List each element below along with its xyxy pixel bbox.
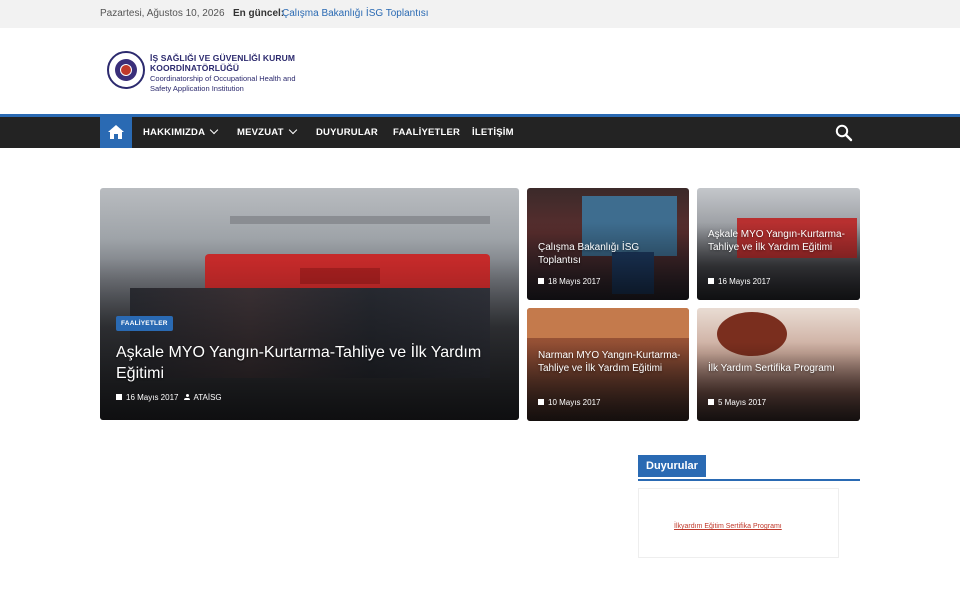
calendar-icon (708, 399, 714, 405)
chevron-down-icon (209, 125, 219, 135)
nav-item-iletisim[interactable]: İLETİŞİM (472, 127, 514, 138)
logo-seal-core (120, 64, 132, 76)
logo-seal-icon[interactable] (107, 51, 145, 89)
calendar-icon (708, 278, 714, 284)
post-date[interactable]: 16 Mayıs 2017 (718, 277, 770, 286)
post-title[interactable]: Narman MYO Yangın-Kurtarma-Tahliye ve İl… (538, 349, 686, 375)
post-title[interactable]: İlk Yardım Sertifika Programı (708, 362, 856, 375)
search-icon[interactable] (835, 124, 853, 142)
fire-truck-ladder (230, 216, 490, 224)
post-meta: 16 Mayıs 2017 (708, 277, 770, 286)
home-icon (108, 125, 124, 139)
nav-item-label: HAKKIMIZDA (143, 127, 206, 138)
featured-post-author[interactable]: ATAİSG (193, 393, 221, 402)
site-title-line2: KOORDİNATÖRLÜĞÜ (150, 63, 240, 73)
hall-ceiling-image (527, 308, 689, 338)
site-title[interactable]: İŞ SAĞLIĞI VE GÜVENLİĞİ KURUM KOORDİNATÖ… (150, 53, 295, 73)
site-subtitle-line1: Coordinatorship of Occupational Health a… (150, 74, 296, 83)
nav-home-button[interactable] (100, 117, 132, 148)
card-overlay (697, 341, 860, 421)
post-title[interactable]: Aşkale MYO Yangın-Kurtarma-Tahliye ve İl… (708, 228, 856, 254)
site-subtitle: Coordinatorship of Occupational Health a… (150, 74, 296, 93)
announcements-widget-title: Duyurular (638, 455, 706, 477)
featured-post-card[interactable] (100, 188, 519, 420)
post-card[interactable]: Narman MYO Yangın-Kurtarma-Tahliye ve İl… (527, 308, 689, 421)
post-meta: 10 Mayıs 2017 (538, 398, 600, 407)
latest-label: En güncel: (233, 8, 285, 19)
top-bar: Pazartesi, Ağustos 10, 2026 En güncel: Ç… (0, 0, 960, 28)
post-meta: 5 Mayıs 2017 (708, 398, 766, 407)
category-badge[interactable]: FAALİYETLER (116, 316, 173, 331)
current-date: Pazartesi, Ağustos 10, 2026 (100, 8, 225, 19)
nav-item-mevzuat[interactable]: MEVZUAT (237, 125, 297, 138)
announcements-widget-body: İlkyardım Eğitim Sertifika Programı (638, 488, 839, 558)
post-meta: 18 Mayıs 2017 (538, 277, 600, 286)
post-date[interactable]: 10 Mayıs 2017 (548, 398, 600, 407)
calendar-icon (116, 394, 122, 400)
chevron-down-icon (288, 125, 297, 135)
post-card[interactable]: İlk Yardım Sertifika Programı 5 Mayıs 20… (697, 308, 860, 421)
nav-item-label: MEVZUAT (237, 127, 284, 138)
nav-item-hakkimizda[interactable]: HAKKIMIZDA (143, 125, 219, 138)
featured-post-date[interactable]: 16 Mayıs 2017 (126, 393, 178, 402)
post-date[interactable]: 18 Mayıs 2017 (548, 277, 600, 286)
site-subtitle-line2: Safety Application Institution (150, 83, 244, 93)
nav-item-duyurular[interactable]: DUYURULAR (316, 127, 378, 138)
post-card[interactable]: Çalışma Bakanlığı İSG Toplantısı 18 Mayı… (527, 188, 689, 300)
latest-news-link[interactable]: Çalışma Bakanlığı İSG Toplantısı (282, 8, 429, 19)
logo-seal-inner (115, 59, 137, 81)
post-title[interactable]: Çalışma Bakanlığı İSG Toplantısı (538, 241, 683, 267)
post-date[interactable]: 5 Mayıs 2017 (718, 398, 766, 407)
calendar-icon (538, 278, 544, 284)
announcements-widget-header: Duyurular (638, 455, 860, 481)
user-icon (184, 394, 191, 400)
featured-post-title[interactable]: Aşkale MYO Yangın-Kurtarma-Tahliye ve İl… (116, 342, 511, 384)
featured-post-meta: 16 Mayıs 2017 ATAİSG (116, 393, 222, 402)
post-card[interactable]: Aşkale MYO Yangın-Kurtarma-Tahliye ve İl… (697, 188, 860, 300)
nav-item-faaliyetler[interactable]: FAALİYETLER (393, 127, 460, 138)
site-title-line1: İŞ SAĞLIĞI VE GÜVENLİĞİ KURUM (150, 53, 296, 63)
announcement-link[interactable]: İlkyardım Eğitim Sertifika Programı (674, 523, 782, 530)
main-navigation: HAKKIMIZDA MEVZUAT DUYURULAR FAALİYETLER… (0, 114, 960, 148)
calendar-icon (538, 399, 544, 405)
